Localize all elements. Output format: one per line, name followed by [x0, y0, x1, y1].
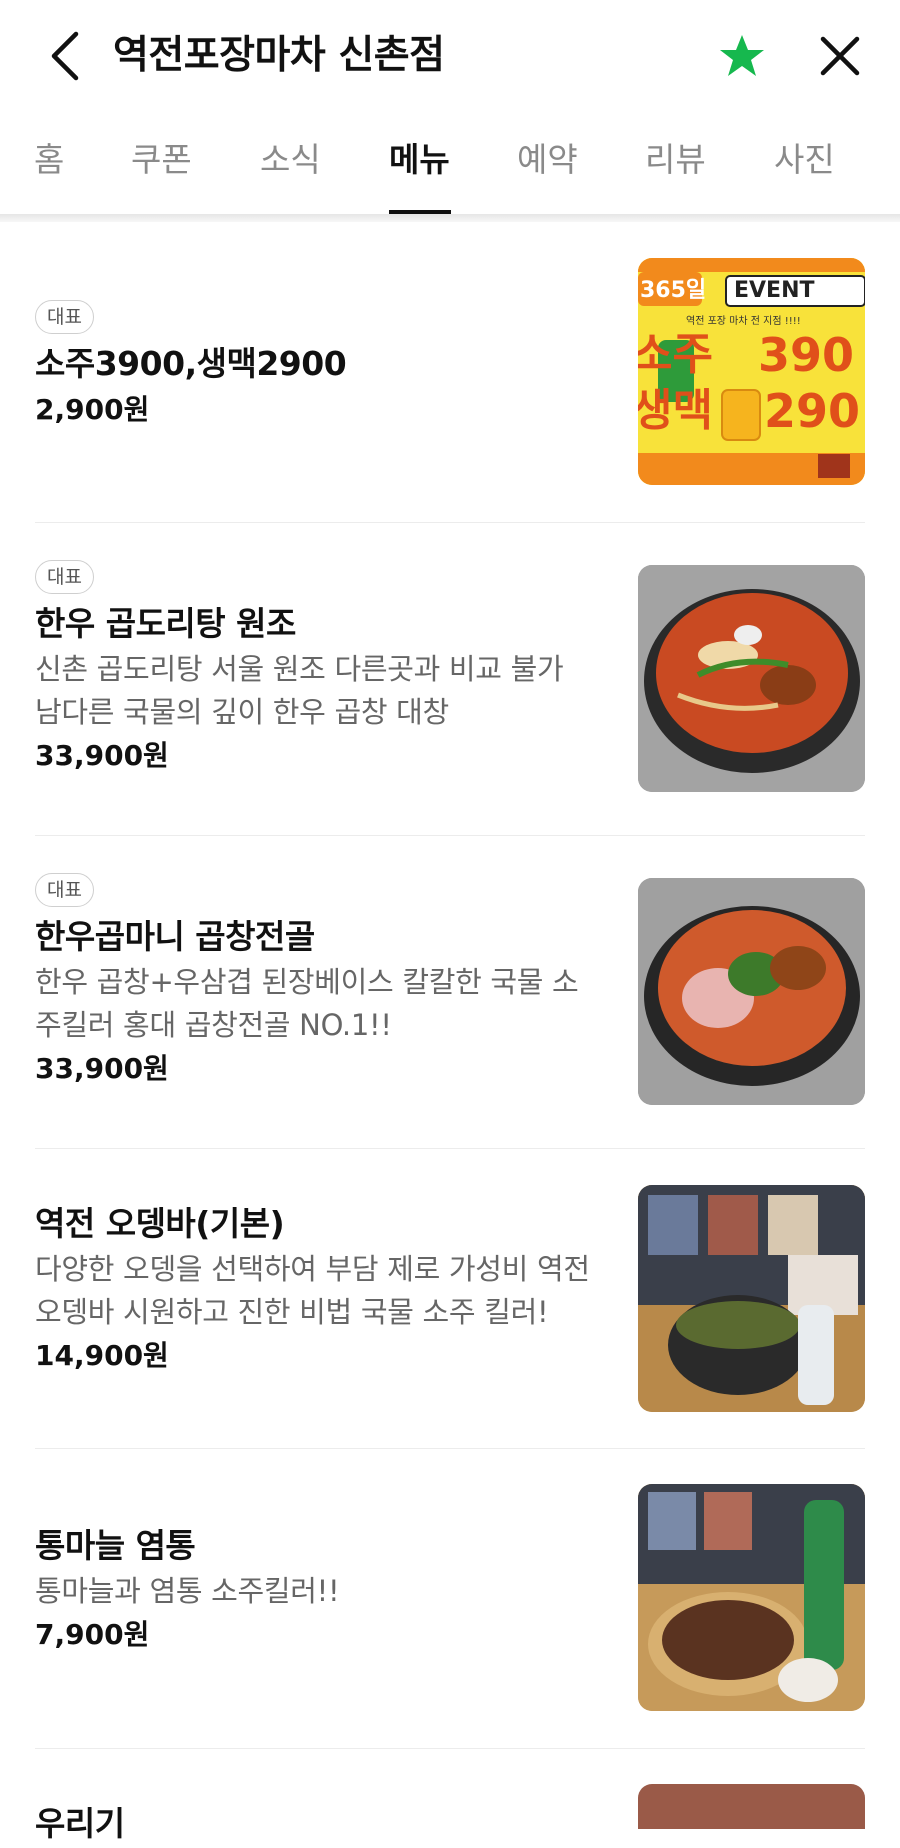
back-button[interactable]	[34, 24, 94, 88]
tab-review[interactable]: 리뷰	[645, 136, 706, 184]
tab-menu[interactable]: 메뉴	[389, 136, 450, 184]
menu-item-image	[638, 565, 865, 792]
star-icon	[720, 35, 764, 76]
divider	[35, 1148, 865, 1149]
banner-days: 365일	[640, 278, 707, 303]
divider	[35, 522, 865, 523]
tab-reservation[interactable]: 예약	[517, 136, 578, 184]
menu-item-image: 365일 EVENT 역전 포장 마차 전 지점 !!!! 소주 390 생맥 …	[638, 258, 865, 485]
tab-photo[interactable]: 사진	[774, 136, 835, 184]
tab-coupon[interactable]: 쿠폰	[131, 136, 192, 184]
banner-beer: 생맥	[638, 385, 713, 436]
signature-badge: 대표	[35, 300, 94, 334]
divider	[35, 1448, 865, 1449]
divider	[35, 835, 865, 836]
tab-home[interactable]: 홈	[34, 136, 64, 184]
banner-soju-price: 390	[758, 328, 855, 382]
signature-badge: 대표	[35, 873, 94, 907]
menu-item-image	[638, 1784, 865, 1829]
tab-news[interactable]: 소식	[260, 136, 321, 184]
menu-item-description: 신촌 곱도리탕 서울 원조 다른곳과 비교 불가 남다른 국물의 깊이 한우 곱…	[35, 652, 564, 729]
menu-item-image	[638, 1484, 865, 1711]
back-arrow-icon	[51, 31, 79, 81]
menu-item-description: 한우 곱창+우삼겹 된장베이스 칼칼한 국물 소주킬러 홍대 곱창전골 NO.1…	[35, 965, 579, 1042]
signature-badge: 대표	[35, 560, 94, 594]
page-title: 역전포장마차 신촌점	[113, 33, 445, 78]
top-bar: 역전포장마차 신촌점	[0, 0, 900, 112]
menu-item-image	[638, 878, 865, 1105]
close-icon	[820, 36, 860, 76]
favorite-button[interactable]	[714, 28, 770, 84]
close-button[interactable]	[812, 28, 868, 84]
menu-item-image	[638, 1185, 865, 1412]
banner-soju: 소주	[638, 329, 713, 380]
divider	[35, 1748, 865, 1749]
menu-item-description: 통마늘과 염통 소주킬러!!	[35, 1574, 340, 1608]
tab-divider	[0, 214, 900, 222]
banner-event: EVENT	[734, 278, 815, 303]
banner-subtitle: 역전 포장 마차 전 지점 !!!!	[686, 316, 801, 327]
tab-bar: 홈 쿠폰 소식 메뉴 예약 리뷰 사진	[0, 112, 900, 216]
banner-beer-price: 290	[764, 384, 861, 438]
menu-item-description: 다양한 오뎅을 선택하여 부담 제로 가성비 역전 오뎅바 시원하고 진한 비법…	[35, 1252, 590, 1329]
